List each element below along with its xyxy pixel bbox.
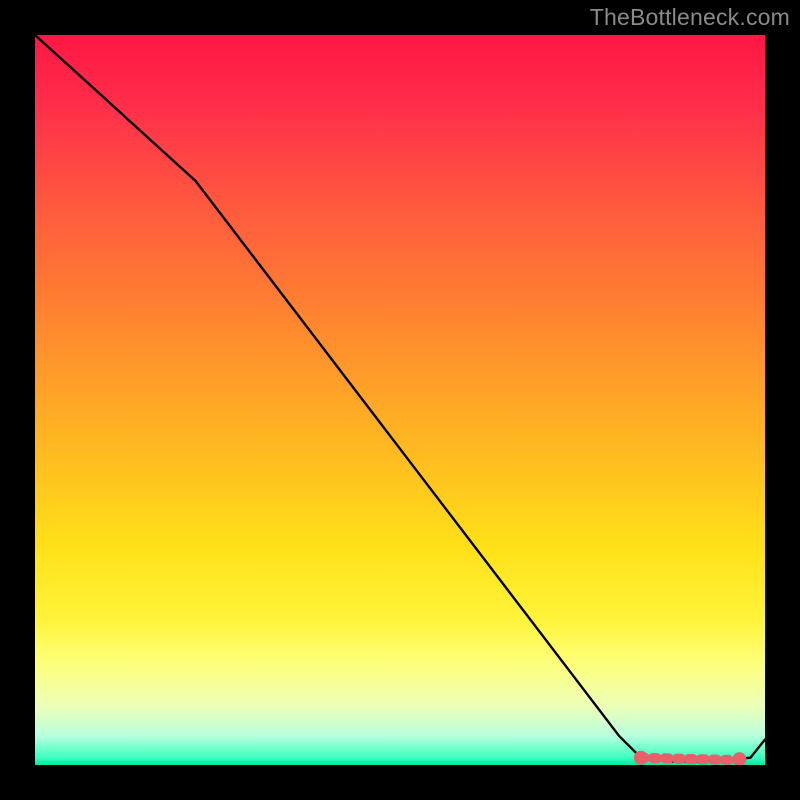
chart-frame: TheBottleneck.com (0, 0, 800, 800)
plot-area (35, 35, 765, 765)
marker-right (732, 752, 746, 765)
marker-left (634, 751, 648, 765)
chart-svg (35, 35, 765, 765)
watermark-text: TheBottleneck.com (590, 4, 790, 31)
flat-segment (641, 758, 729, 760)
main-curve (35, 35, 765, 761)
